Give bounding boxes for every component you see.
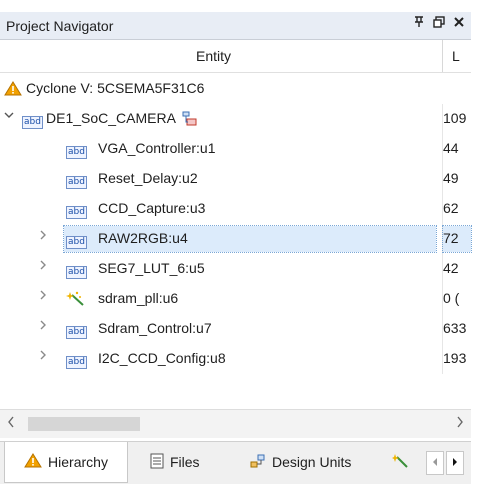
close-icon[interactable] xyxy=(453,16,465,31)
tree-item-label: SEG7_LUT_6:u5 xyxy=(98,260,205,276)
chevron-right-icon[interactable] xyxy=(36,349,50,367)
chevron-right-icon[interactable] xyxy=(36,259,50,277)
column-separator[interactable] xyxy=(442,40,443,72)
abd-icon: abd xyxy=(66,356,87,369)
wand-icon xyxy=(66,291,84,306)
tree-item-value: 62 xyxy=(443,200,459,216)
scroll-left-icon[interactable] xyxy=(6,415,16,432)
tab-hierarchy[interactable]: Hierarchy xyxy=(4,442,128,483)
tree-item-label: VGA_Controller:u1 xyxy=(98,140,216,156)
tab-label: Design Units xyxy=(272,454,352,470)
tree-item-label: CCD_Capture:u3 xyxy=(98,200,206,216)
tree-item-value: 49 xyxy=(443,170,459,186)
tree-item-value: 42 xyxy=(443,260,459,276)
column-header-row: Entity L xyxy=(0,40,471,73)
abd-icon: abd xyxy=(22,116,43,129)
tree-item-sdram-pll[interactable]: sdram_pll:u6 0 ( xyxy=(0,284,471,314)
pin-icon[interactable] xyxy=(413,16,425,31)
tree-item-value: 72 xyxy=(443,230,459,246)
wand-icon[interactable] xyxy=(392,453,410,472)
tree-item-value: 633 xyxy=(443,320,467,336)
scrollbar-thumb[interactable] xyxy=(28,417,140,431)
abd-icon: abd xyxy=(66,146,87,159)
units-icon xyxy=(250,454,266,471)
chevron-right-icon[interactable] xyxy=(36,229,50,247)
tree-item-value: 193 xyxy=(443,350,467,366)
navigator-tabs: Hierarchy Files Design Units xyxy=(0,441,471,484)
chevron-right-icon[interactable] xyxy=(36,289,50,307)
chevron-right-icon[interactable] xyxy=(36,319,50,337)
tab-scroll-right-button[interactable] xyxy=(446,451,464,475)
tree-item-i2c-ccd-config[interactable]: abd I2C_CCD_Config:u8 193 xyxy=(0,344,471,374)
top-entity-row[interactable]: abd DE1_SoC_CAMERA 109 xyxy=(0,104,471,134)
tab-scroll-left-button[interactable] xyxy=(426,451,444,475)
warning-triangle-icon xyxy=(4,81,22,96)
panel-title-bar: Project Navigator xyxy=(0,12,471,40)
tree-item-label: Reset_Delay:u2 xyxy=(98,170,198,186)
project-navigator-panel: Project Navigator Entity L Cyclone V: 5C… xyxy=(0,0,481,491)
abd-icon: abd xyxy=(66,266,87,279)
tab-files[interactable]: Files xyxy=(150,442,200,482)
tree-item-value: 44 xyxy=(443,140,459,156)
tree-item-label: sdram_pll:u6 xyxy=(98,290,179,306)
abd-icon: abd xyxy=(66,326,87,339)
tree-item-value: 0 ( xyxy=(443,290,460,306)
abd-icon: abd xyxy=(66,206,87,219)
float-window-icon[interactable] xyxy=(433,16,445,31)
document-icon xyxy=(150,453,164,472)
chevron-down-icon[interactable] xyxy=(2,109,16,127)
tree-item-seg7-lut[interactable]: abd SEG7_LUT_6:u5 42 xyxy=(0,254,471,284)
warning-triangle-icon xyxy=(24,453,42,471)
tab-design-units[interactable]: Design Units xyxy=(250,442,351,482)
hierarchy-entity-icon xyxy=(180,111,198,126)
device-label: Cyclone V: 5CSEMA5F31C6 xyxy=(26,80,205,96)
entity-column-header[interactable]: Entity xyxy=(196,48,231,64)
top-entity-value: 109 xyxy=(443,110,467,126)
tree-item-label: I2C_CCD_Config:u8 xyxy=(98,350,226,366)
second-column-header[interactable]: L xyxy=(452,48,460,64)
panel-title: Project Navigator xyxy=(6,18,114,34)
tree-item-ccd-capture[interactable]: abd CCD_Capture:u3 62 xyxy=(0,194,471,224)
abd-icon: abd xyxy=(66,176,87,189)
tree-item-label: RAW2RGB:u4 xyxy=(98,230,188,246)
scroll-right-icon[interactable] xyxy=(455,415,465,432)
abd-icon: abd xyxy=(66,236,87,249)
top-entity-label: DE1_SoC_CAMERA xyxy=(46,110,176,126)
horizontal-scrollbar[interactable] xyxy=(0,409,471,438)
tree-item-vga-controller[interactable]: abd VGA_Controller:u1 44 xyxy=(0,134,471,164)
tree-item-reset-delay[interactable]: abd Reset_Delay:u2 49 xyxy=(0,164,471,194)
device-row[interactable]: Cyclone V: 5CSEMA5F31C6 xyxy=(0,74,471,104)
tab-label: Hierarchy xyxy=(48,454,108,470)
tree-item-sdram-control[interactable]: abd Sdram_Control:u7 633 xyxy=(0,314,471,344)
tree-item-raw2rgb[interactable]: abd RAW2RGB:u4 72 xyxy=(0,224,472,254)
tree-item-label: Sdram_Control:u7 xyxy=(98,320,212,336)
tab-label: Files xyxy=(170,454,200,470)
